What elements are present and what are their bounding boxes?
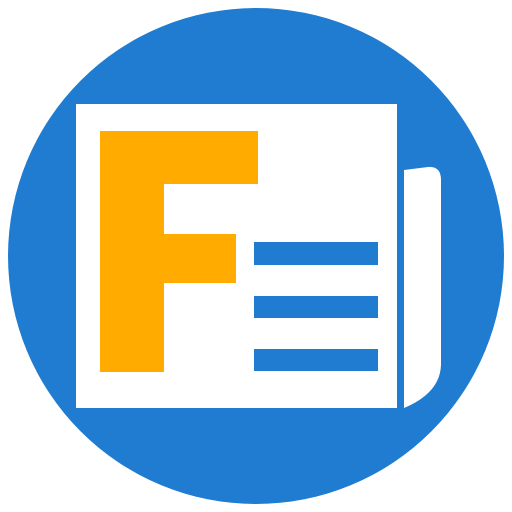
newspaper-side-fold bbox=[404, 166, 441, 408]
app-icon-canvas bbox=[0, 0, 512, 512]
newspaper-app-logo bbox=[8, 8, 504, 504]
newspaper-text-line bbox=[254, 349, 378, 371]
newspaper-text-line bbox=[254, 242, 378, 265]
newspaper-text-line bbox=[254, 296, 378, 318]
